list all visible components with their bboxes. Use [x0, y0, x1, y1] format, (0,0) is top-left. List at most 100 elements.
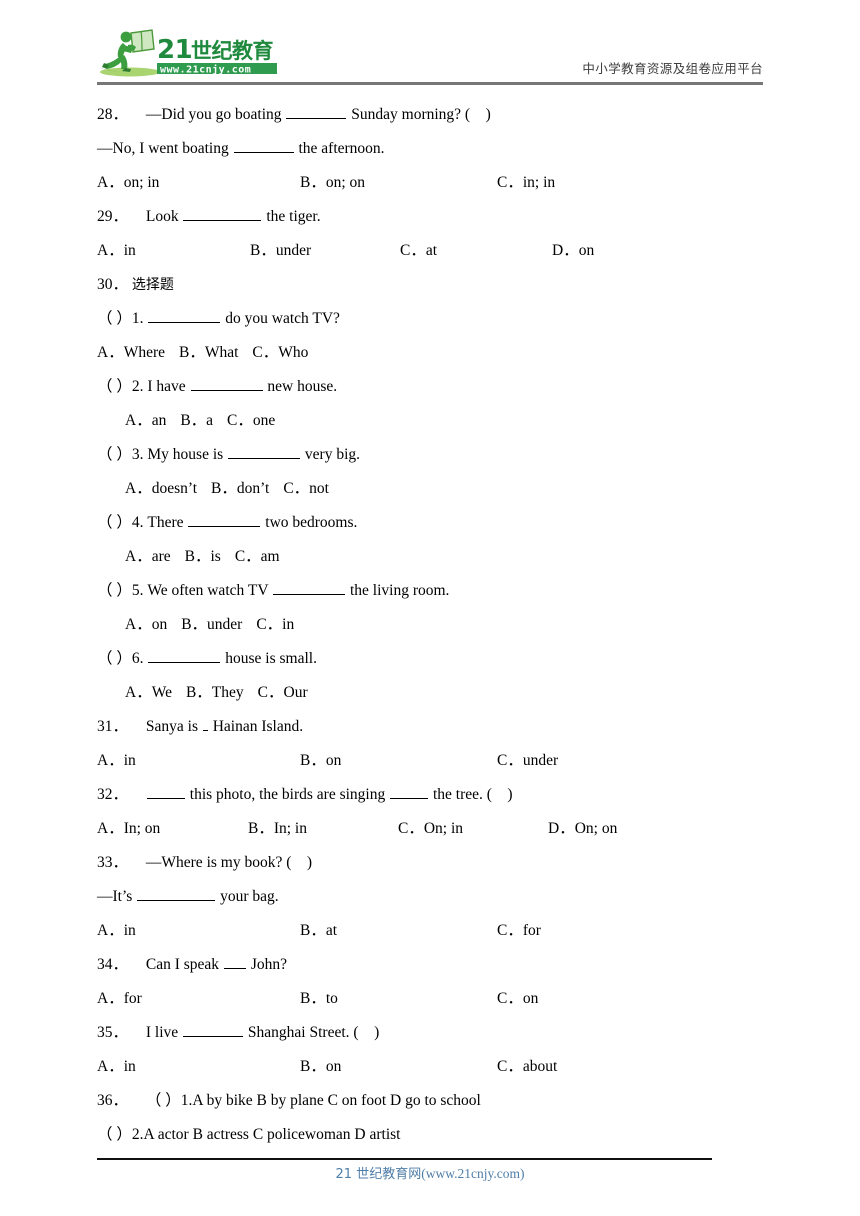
answer-blank[interactable] — [188, 512, 261, 527]
option-d[interactable]: D．On; on — [548, 812, 617, 846]
answer-blank[interactable] — [233, 138, 294, 153]
option-a[interactable]: A．on — [125, 616, 167, 633]
question-32-paren[interactable] — [496, 778, 504, 812]
option-c[interactable]: C．On; in — [398, 812, 463, 846]
question-34-stem-2: John? — [250, 956, 287, 973]
answer-blank[interactable] — [137, 886, 216, 901]
option-b[interactable]: B．to — [300, 982, 338, 1016]
question-33-stem-a2: ) — [306, 854, 313, 871]
option-c[interactable]: C．Who — [252, 344, 308, 361]
answer-blank[interactable] — [148, 648, 221, 663]
option-c[interactable]: C．one — [227, 412, 275, 429]
question-30-item-1-options: A．Where B．What C．Who — [0, 336, 860, 370]
question-30-item-6-options: A．We B．They C．Our — [0, 676, 860, 710]
question-33-stem-b1: —It’s — [97, 888, 133, 905]
item-mark[interactable]: （ ）4. There — [97, 514, 184, 531]
question-34-stem-1: Can I speak — [145, 956, 220, 973]
question-35-number: 35． — [97, 1024, 129, 1041]
question-28-number: 28． — [97, 106, 129, 123]
header-tagline: 中小学教育资源及组卷应用平台 — [582, 61, 763, 76]
option-b[interactable]: B．under — [181, 616, 242, 633]
option-a[interactable]: A．We — [125, 684, 172, 701]
question-31-number: 31． — [97, 718, 129, 735]
question-30-title: 选择题 — [131, 277, 174, 293]
item-stem: very big. — [304, 446, 361, 463]
answer-blank[interactable] — [228, 444, 301, 459]
answer-blank[interactable] — [183, 206, 262, 221]
item-mark[interactable]: （ ）1. — [97, 310, 144, 327]
question-33-options: A．in B．at C．for — [0, 914, 860, 948]
option-a[interactable]: A．doesn’t — [125, 480, 197, 497]
option-b[interactable]: B．don’t — [211, 480, 269, 497]
option-b[interactable]: B．under — [250, 234, 311, 268]
item-mark[interactable]: （ ）6. — [97, 650, 144, 667]
option-a[interactable]: A．Where — [97, 344, 165, 361]
option-b[interactable]: B．on; on — [300, 166, 365, 200]
question-28-stem-b1: —No, I went boating — [97, 140, 229, 157]
option-b[interactable]: B．What — [179, 344, 238, 361]
option-a[interactable]: A．in — [97, 1050, 136, 1084]
question-30-item-6-stem: （ ）6. house is small. — [0, 642, 860, 676]
answer-blank[interactable] — [286, 104, 347, 119]
option-a[interactable]: A．on; in — [97, 166, 159, 200]
answer-blank[interactable] — [183, 1022, 244, 1037]
item-mark[interactable]: （ ）5. We often watch TV — [97, 582, 268, 599]
answer-blank[interactable] — [146, 784, 185, 799]
option-c[interactable]: C．under — [497, 744, 558, 778]
question-28-paren[interactable] — [474, 98, 482, 132]
option-b[interactable]: B．is — [185, 548, 221, 565]
answer-blank[interactable] — [223, 954, 246, 969]
option-b[interactable]: B．on — [300, 1050, 341, 1084]
option-b[interactable]: B．a — [180, 412, 213, 429]
question-34-stem: 34． Can I speak John? — [0, 948, 860, 982]
option-c[interactable]: C．about — [497, 1050, 557, 1084]
option-c[interactable]: C．Our — [258, 684, 308, 701]
answer-blank[interactable] — [273, 580, 346, 595]
question-35-stem: 35． I live Shanghai Street. ( ) — [0, 1016, 860, 1050]
option-c[interactable]: C．for — [497, 914, 541, 948]
answer-blank[interactable] — [148, 308, 221, 323]
option-c[interactable]: C．not — [283, 480, 329, 497]
option-c[interactable]: C．in; in — [497, 166, 555, 200]
question-35-paren[interactable] — [362, 1016, 370, 1050]
item-mark[interactable]: （ ）3. My house is — [97, 446, 223, 463]
option-a[interactable]: A．In; on — [97, 812, 160, 846]
question-33-paren[interactable] — [295, 846, 303, 880]
question-28-stem-line-2: —No, I went boating the afternoon. — [0, 132, 860, 166]
option-a[interactable]: A．are — [125, 548, 171, 565]
question-list: 28． —Did you go boating Sunday morning? … — [0, 98, 860, 1152]
question-34-number: 34． — [97, 956, 129, 973]
option-b[interactable]: B．In; in — [248, 812, 307, 846]
question-29-stem-1: Look — [145, 208, 179, 225]
option-b[interactable]: B．at — [300, 914, 337, 948]
option-a[interactable]: A．for — [97, 982, 142, 1016]
option-c[interactable]: C．in — [256, 616, 294, 633]
option-c[interactable]: C．on — [497, 982, 538, 1016]
option-a[interactable]: A．in — [97, 744, 136, 778]
brand-logo: 21 世纪教育 www.21cnjy.com — [97, 28, 287, 80]
question-33-stem-a1: —Where is my book? ( — [145, 854, 292, 871]
option-a[interactable]: A．an — [125, 412, 166, 429]
question-36-item-2[interactable]: （ ）2.A actor B actress C policewoman D a… — [97, 1126, 400, 1143]
question-28-stem-a3: ) — [485, 106, 491, 123]
option-b[interactable]: B．They — [186, 684, 244, 701]
option-b[interactable]: B．on — [300, 744, 341, 778]
option-a[interactable]: A．in — [97, 234, 136, 268]
option-d[interactable]: D．on — [552, 234, 594, 268]
question-32-stem-1: this photo, the birds are singing — [189, 786, 386, 803]
question-36-item-1[interactable]: （ ）1.A by bike B by plane C on foot D go… — [146, 1092, 481, 1109]
option-c[interactable]: C．at — [400, 234, 437, 268]
question-30-item-1-stem: （ ）1. do you watch TV? — [0, 302, 860, 336]
item-stem: the living room. — [349, 582, 450, 599]
answer-blank[interactable] — [190, 376, 263, 391]
footer-site-url[interactable]: (www.21cnjy.com) — [421, 1166, 524, 1181]
question-32-stem: 32． this photo, the birds are singing th… — [0, 778, 860, 812]
answer-blank[interactable] — [390, 784, 429, 799]
answer-blank[interactable] — [202, 716, 208, 731]
option-a[interactable]: A．in — [97, 914, 136, 948]
item-mark[interactable]: （ ）2. I have — [97, 378, 186, 395]
question-28-stem-b2: the afternoon. — [298, 140, 385, 157]
question-30-item-2-stem: （ ）2. I have new house. — [0, 370, 860, 404]
option-c[interactable]: C．am — [235, 548, 280, 565]
question-30-item-5-options: A．on B．under C．in — [0, 608, 860, 642]
